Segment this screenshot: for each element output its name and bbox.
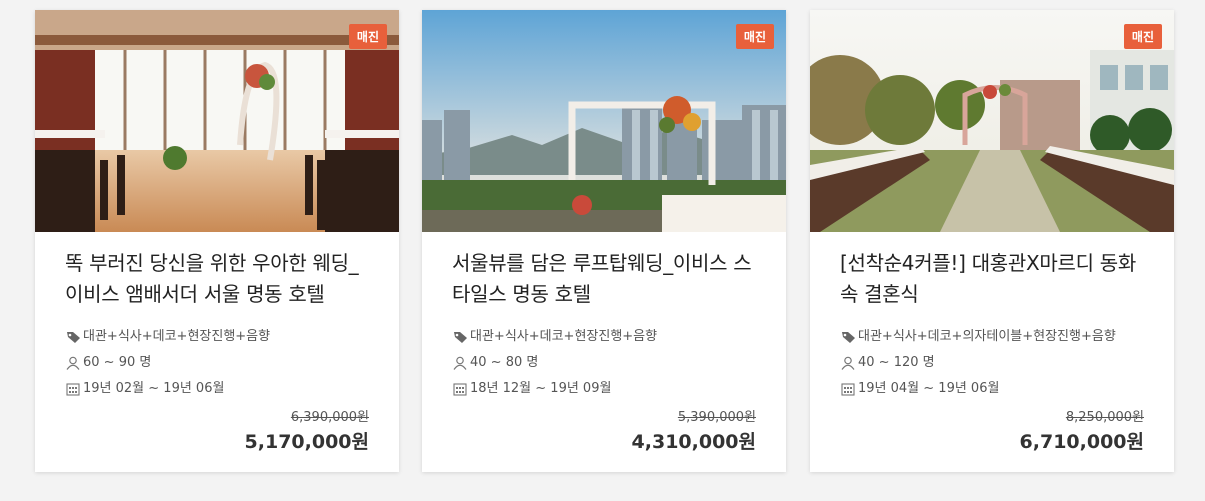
venue-card[interactable]: 매진 [선착순4커플!] 대홍관X마르디 동화속 결혼식 대관+식사+데코+의자… xyxy=(810,10,1174,472)
services-row: 대관+식사+데코+현장진행+음향 xyxy=(452,324,756,350)
venue-card[interactable]: 매진 똑 부러진 당신을 위한 우아한 웨딩_이비스 앰배서더 서울 명동 호텔… xyxy=(35,10,399,472)
venue-card-body: 서울뷰를 담은 루프탑웨딩_이비스 스타일스 명동 호텔 대관+식사+데코+현장… xyxy=(422,232,786,472)
venue-title[interactable]: [선착순4커플!] 대홍관X마르디 동화속 결혼식 xyxy=(840,248,1144,310)
calendar-icon xyxy=(452,381,468,397)
services-row: 대관+식사+데코+의자테이블+현장진행+음향 xyxy=(840,324,1144,350)
guests-text: 40 ~ 80 명 xyxy=(470,355,539,370)
sold-out-badge: 매진 xyxy=(1123,24,1162,49)
venue-card-body: 똑 부러진 당신을 위한 우아한 웨딩_이비스 앰배서더 서울 명동 호텔 대관… xyxy=(35,232,399,472)
original-price: 6,390,000원 xyxy=(290,410,369,425)
calendar-icon xyxy=(65,381,81,397)
final-price: 4,310,000원 xyxy=(631,431,756,453)
final-price: 6,710,000원 xyxy=(1019,431,1144,453)
period-text: 19년 04월 ~ 19년 06월 xyxy=(858,381,1000,396)
tag-icon xyxy=(65,329,81,345)
tag-icon xyxy=(452,329,468,345)
price-block: 5,390,000원 4,310,000원 xyxy=(452,408,756,456)
period-row: 18년 12월 ~ 19년 09월 xyxy=(452,376,756,402)
period-text: 19년 02월 ~ 19년 06월 xyxy=(83,381,225,396)
tag-icon xyxy=(840,329,856,345)
guests-text: 40 ~ 120 명 xyxy=(858,355,935,370)
venue-card-body: [선착순4커플!] 대홍관X마르디 동화속 결혼식 대관+식사+데코+의자테이블… xyxy=(810,232,1174,472)
venue-title[interactable]: 똑 부러진 당신을 위한 우아한 웨딩_이비스 앰배서더 서울 명동 호텔 xyxy=(65,248,369,310)
venue-photo-garden[interactable]: 매진 xyxy=(810,10,1174,232)
services-text: 대관+식사+데코+현장진행+음향 xyxy=(83,329,271,344)
services-row: 대관+식사+데코+현장진행+음향 xyxy=(65,324,369,350)
venue-title[interactable]: 서울뷰를 담은 루프탑웨딩_이비스 스타일스 명동 호텔 xyxy=(452,248,756,310)
services-text: 대관+식사+데코+현장진행+음향 xyxy=(470,329,658,344)
person-icon xyxy=(65,355,81,371)
sold-out-badge: 매진 xyxy=(348,24,387,49)
original-price: 5,390,000원 xyxy=(677,410,756,425)
period-row: 19년 04월 ~ 19년 06월 xyxy=(840,376,1144,402)
price-block: 8,250,000원 6,710,000원 xyxy=(840,408,1144,456)
guests-row: 60 ~ 90 명 xyxy=(65,350,369,376)
final-price: 5,170,000원 xyxy=(244,431,369,453)
original-price: 8,250,000원 xyxy=(1065,410,1144,425)
venue-card-grid: 매진 똑 부러진 당신을 위한 우아한 웨딩_이비스 앰배서더 서울 명동 호텔… xyxy=(0,0,1205,501)
price-block: 6,390,000원 5,170,000원 xyxy=(65,408,369,456)
venue-card[interactable]: 매진 서울뷰를 담은 루프탑웨딩_이비스 스타일스 명동 호텔 대관+식사+데코… xyxy=(422,10,786,472)
venue-photo-indoor-hall[interactable]: 매진 xyxy=(35,10,399,232)
calendar-icon xyxy=(840,381,856,397)
period-row: 19년 02월 ~ 19년 06월 xyxy=(65,376,369,402)
sold-out-badge: 매진 xyxy=(735,24,774,49)
period-text: 18년 12월 ~ 19년 09월 xyxy=(470,381,612,396)
guests-row: 40 ~ 80 명 xyxy=(452,350,756,376)
guests-text: 60 ~ 90 명 xyxy=(83,355,152,370)
venue-photo-rooftop[interactable]: 매진 xyxy=(422,10,786,232)
person-icon xyxy=(840,355,856,371)
person-icon xyxy=(452,355,468,371)
services-text: 대관+식사+데코+의자테이블+현장진행+음향 xyxy=(858,329,1116,344)
guests-row: 40 ~ 120 명 xyxy=(840,350,1144,376)
